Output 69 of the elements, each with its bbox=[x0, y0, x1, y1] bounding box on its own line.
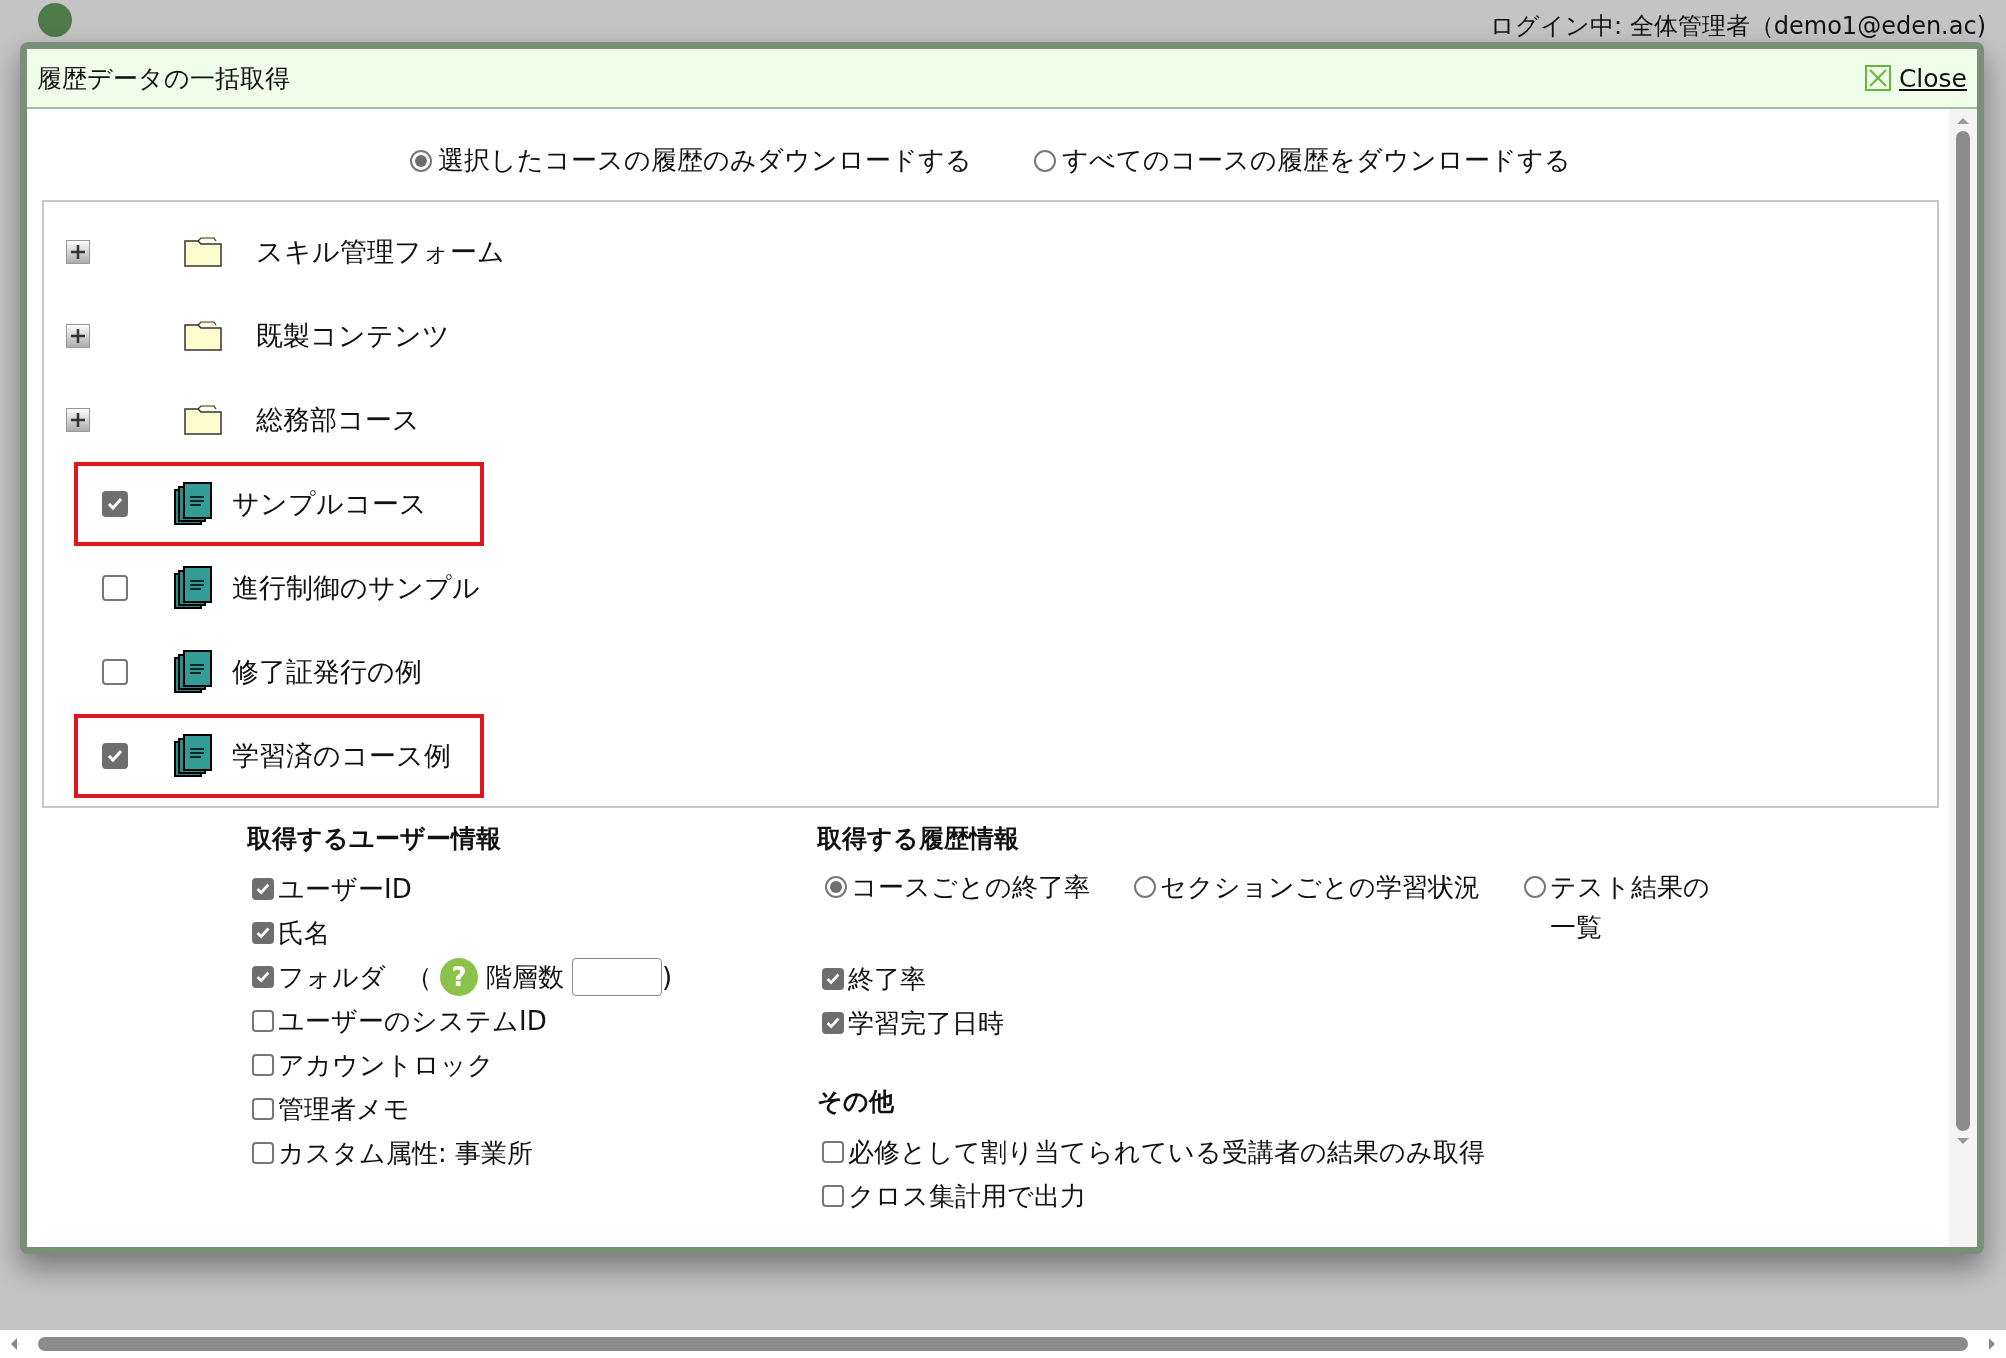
book-stack-icon bbox=[174, 566, 212, 610]
section-heading: 取得する履歴情報 bbox=[817, 823, 1020, 855]
depth-label: 階層数 bbox=[486, 960, 564, 994]
book-stack-icon bbox=[174, 650, 212, 694]
checkbox[interactable] bbox=[822, 1012, 844, 1034]
checkbox-label[interactable]: クロス集計用で出力 bbox=[848, 1178, 1086, 1214]
checkbox[interactable] bbox=[102, 575, 128, 601]
folder-icon bbox=[184, 237, 222, 267]
folder-icon bbox=[184, 405, 222, 435]
checkbox[interactable] bbox=[822, 1185, 844, 1207]
book-stack-icon bbox=[174, 482, 212, 526]
scroll-down-icon[interactable] bbox=[1955, 1137, 1971, 1147]
radio-label[interactable]: セクションごとの学習状況 bbox=[1160, 867, 1480, 907]
paren-text: ) bbox=[662, 962, 673, 992]
checkbox-label[interactable]: 氏名 bbox=[278, 915, 330, 951]
close-icon[interactable] bbox=[1864, 65, 1891, 91]
tree-item-label[interactable]: 修了証発行の例 bbox=[232, 654, 422, 690]
tree-item-label[interactable]: 進行制御のサンプル bbox=[232, 570, 480, 606]
checkbox[interactable] bbox=[252, 966, 274, 988]
radio-label[interactable]: 選択したコースの履歴のみダウンロードする bbox=[438, 143, 972, 178]
expand-icon[interactable] bbox=[66, 240, 90, 264]
checkbox-label[interactable]: カスタム属性: 事業所 bbox=[278, 1135, 534, 1171]
checkbox-label[interactable]: ユーザーのシステムID bbox=[278, 1003, 547, 1039]
checkbox[interactable] bbox=[822, 1141, 844, 1163]
paren-text: （ bbox=[406, 960, 432, 994]
checkbox-label[interactable]: アカウントロック bbox=[278, 1047, 494, 1083]
dialog-title: 履歴データの一括取得 bbox=[37, 62, 290, 95]
checkbox[interactable] bbox=[252, 1098, 274, 1120]
tree-item-label[interactable]: 学習済のコース例 bbox=[232, 738, 451, 774]
checkbox[interactable] bbox=[102, 743, 128, 769]
checkbox[interactable] bbox=[252, 1010, 274, 1032]
checkbox[interactable] bbox=[102, 659, 128, 685]
checkbox[interactable] bbox=[252, 1054, 274, 1076]
tree-item-label[interactable]: スキル管理フォーム bbox=[256, 234, 505, 270]
scroll-up-icon[interactable] bbox=[1955, 115, 1971, 125]
checkbox-label[interactable]: フォルダ bbox=[278, 959, 386, 995]
expand-icon[interactable] bbox=[66, 408, 90, 432]
radio-button[interactable] bbox=[1524, 876, 1546, 898]
login-status: ログイン中: 全体管理者（demo1@eden.ac) bbox=[1490, 11, 1986, 42]
section-heading: その他 bbox=[817, 1086, 895, 1118]
depth-input[interactable] bbox=[572, 958, 662, 996]
horizontal-scrollbar[interactable] bbox=[0, 1330, 2006, 1358]
checkbox-label[interactable]: 管理者メモ bbox=[278, 1091, 410, 1127]
close-link[interactable]: Close bbox=[1898, 63, 1967, 93]
section-heading: 取得するユーザー情報 bbox=[247, 823, 502, 855]
radio-button[interactable] bbox=[1034, 149, 1056, 172]
radio-button[interactable] bbox=[825, 876, 847, 898]
expand-icon[interactable] bbox=[66, 324, 90, 348]
vertical-scrollbar[interactable] bbox=[1949, 109, 1977, 1247]
checkbox[interactable] bbox=[252, 922, 274, 944]
tree-item-label[interactable]: サンプルコース bbox=[232, 486, 427, 522]
checkbox[interactable] bbox=[102, 491, 128, 517]
radio-label[interactable]: コースごとの終了率 bbox=[851, 867, 1090, 907]
checkbox-label[interactable]: 終了率 bbox=[848, 961, 926, 997]
radio-label[interactable]: すべてのコースの履歴をダウンロードする bbox=[1062, 143, 1571, 178]
checkbox[interactable] bbox=[252, 1142, 274, 1164]
checkbox[interactable] bbox=[252, 878, 274, 900]
radio-button[interactable] bbox=[410, 149, 432, 172]
tree-item-label[interactable]: 総務部コース bbox=[256, 402, 420, 438]
checkbox-label[interactable]: 学習完了日時 bbox=[848, 1005, 1004, 1041]
checkbox[interactable] bbox=[822, 968, 844, 990]
checkbox-label[interactable]: ユーザーID bbox=[278, 871, 412, 907]
tree-item-label[interactable]: 既製コンテンツ bbox=[256, 318, 450, 354]
radio-label[interactable]: テスト結果の一覧 bbox=[1550, 867, 1720, 947]
folder-icon bbox=[184, 321, 222, 351]
book-stack-icon bbox=[174, 734, 212, 778]
scroll-right-icon[interactable] bbox=[1986, 1336, 1998, 1352]
checkbox-label[interactable]: 必修として割り当てられている受講者の結果のみ取得 bbox=[848, 1134, 1485, 1170]
radio-button[interactable] bbox=[1134, 876, 1156, 898]
